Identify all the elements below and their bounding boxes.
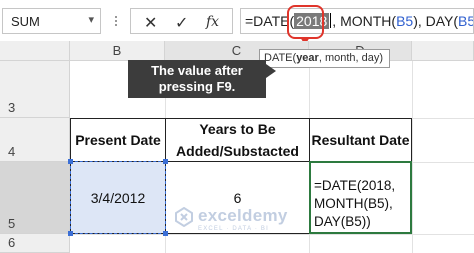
insert-function-icon[interactable]: fx	[206, 14, 219, 30]
column-header-b[interactable]: B	[70, 41, 165, 61]
chevron-down-icon[interactable]: ▾	[88, 13, 94, 26]
row-header-6[interactable]: 6	[0, 234, 70, 253]
row-header-3[interactable]: 3	[0, 61, 70, 118]
formula-mid: , MONTH(	[332, 13, 397, 29]
gridline	[165, 234, 166, 253]
formula-text: =DATE(2018, MONTH(B5), DAY(B5))	[245, 13, 474, 29]
tooltip-rest: , month, day)	[318, 52, 384, 64]
gridline	[412, 118, 474, 119]
tooltip-active-arg: year	[296, 52, 319, 64]
callout-note: The value after pressing F9.	[128, 60, 266, 98]
header-text: Present Date	[75, 132, 161, 148]
cell-present-date[interactable]: 3/4/2012	[70, 161, 166, 234]
callout-pointer	[266, 64, 276, 78]
exceldemy-logo-icon	[175, 207, 193, 227]
formula-buttons: ✕ ✓ fx	[130, 8, 233, 34]
function-tooltip: DATE(year, month, day)	[259, 49, 390, 68]
column-header-e[interactable]	[412, 41, 474, 61]
formula-bar: SUM ▾ ✕ ✓ fx =DATE(2018, MONTH(B5), DAY(…	[0, 0, 474, 45]
row-number: 5	[8, 216, 16, 231]
gridline	[70, 234, 474, 235]
header-text: Resultant Date	[311, 132, 410, 148]
tooltip-prefix: DATE(	[264, 52, 297, 64]
enter-icon[interactable]: ✓	[175, 13, 188, 33]
select-all-corner[interactable]	[0, 41, 70, 61]
watermark-name: exceldemy	[198, 206, 288, 225]
resize-handle[interactable]	[68, 231, 73, 236]
row-header-5[interactable]: 5	[0, 162, 70, 234]
cell-resultant-date[interactable]: =DATE(2018, MONTH(B5), DAY(B5))	[309, 161, 412, 234]
cell-value: 6	[233, 189, 242, 206]
drag-handle-icon[interactable]	[110, 8, 122, 34]
name-box[interactable]: SUM ▾	[2, 8, 101, 34]
header-present-date[interactable]: Present Date	[70, 118, 166, 162]
row-number: 6	[8, 235, 16, 250]
watermark-tagline: EXCEL · DATA · BI	[198, 226, 269, 232]
highlight-box	[287, 5, 324, 39]
gridline	[309, 234, 310, 253]
callout-line1: The value after	[151, 63, 243, 78]
row-header-4[interactable]: 4	[0, 118, 70, 162]
resize-handle[interactable]	[163, 231, 168, 236]
formula-input[interactable]: =DATE(2018, MONTH(B5), DAY(B5))	[240, 8, 474, 34]
cancel-icon[interactable]: ✕	[144, 13, 157, 33]
name-box-value: SUM	[11, 14, 40, 29]
gridline	[309, 61, 310, 118]
cell-formula-line: MONTH(B5),	[314, 196, 393, 211]
gridline	[412, 162, 474, 163]
header-resultant-date[interactable]: Resultant Date	[309, 118, 412, 162]
gridline	[412, 61, 413, 253]
row-number: 4	[8, 144, 16, 159]
resize-handle[interactable]	[68, 159, 73, 164]
header-text-line2: Added/Substacted	[176, 143, 299, 159]
cell-formula-line: DAY(B5))	[314, 214, 371, 229]
header-years[interactable]: Years to Be Added/Substacted	[165, 118, 310, 162]
resize-handle[interactable]	[163, 159, 168, 164]
row-number: 3	[8, 100, 16, 115]
header-text-line1: Years to Be	[199, 121, 276, 137]
formula-ref-1: B5	[396, 13, 414, 29]
cell-formula-line: =DATE(2018,	[314, 178, 396, 193]
callout-line2: pressing F9.	[158, 79, 236, 94]
formula-mid-2: ), DAY(	[413, 13, 459, 29]
formula-ref-2: B5	[458, 13, 474, 29]
cell-value: 3/4/2012	[90, 189, 146, 206]
